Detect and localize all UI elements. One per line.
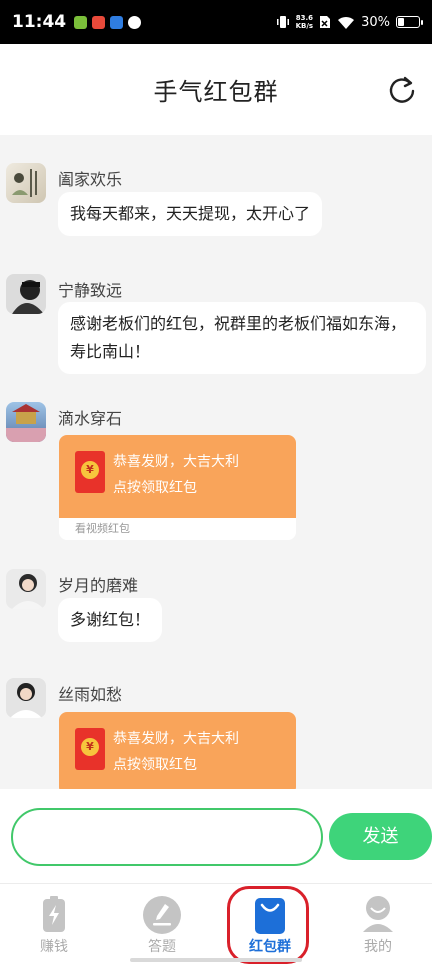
page-title: 手气红包群 xyxy=(153,78,279,106)
status-time: 11:44 xyxy=(12,12,67,32)
avatar-image xyxy=(12,574,44,609)
refresh-icon[interactable] xyxy=(386,74,418,106)
pen-circle-icon xyxy=(143,896,181,934)
red-packet[interactable]: ¥ 恭喜发财，大吉大利 点按领取红包 xyxy=(59,712,296,789)
message-input[interactable] xyxy=(11,808,323,866)
app-header: 手气红包群 xyxy=(0,44,432,135)
message-line: 寿比南山！ xyxy=(70,342,151,361)
tab-label: 我的 xyxy=(364,939,392,955)
sender-name: 宁静致远 xyxy=(58,281,123,300)
avatar[interactable] xyxy=(6,163,46,203)
home-indicator xyxy=(130,958,302,962)
network-speed-value: 83.6 xyxy=(295,14,313,22)
message-bubble[interactable]: 感谢老板们的红包，祝群里的老板们福如东海， 寿比南山！ xyxy=(58,302,426,374)
highlight-annotation xyxy=(227,886,309,964)
message-line: 感谢老板们的红包，祝群里的老板们福如东海， xyxy=(70,314,407,333)
avatar-image xyxy=(12,280,44,314)
tab-earn[interactable]: 赚钱 xyxy=(0,884,108,964)
battery-bolt-icon xyxy=(43,896,65,932)
app-notification-icon xyxy=(128,15,142,29)
person-icon xyxy=(363,896,393,932)
red-packet-icon: ¥ xyxy=(75,728,105,770)
message-bubble[interactable]: 多谢红包！ xyxy=(58,598,163,642)
tab-bar: 赚钱 答题 红包群 我的 xyxy=(0,883,432,964)
red-packet-action: 点按领取红包 xyxy=(113,480,197,496)
battery-icon xyxy=(396,16,423,28)
avatar[interactable] xyxy=(6,402,46,442)
notification-icons xyxy=(74,15,142,29)
tab-label: 答题 xyxy=(148,939,176,955)
app-notification-icon xyxy=(110,15,124,29)
red-packet-greeting: 恭喜发财，大吉大利 xyxy=(113,731,239,747)
sender-name: 岁月的磨难 xyxy=(58,576,139,595)
app-notification-icon xyxy=(74,15,88,29)
wifi-icon xyxy=(338,16,355,29)
red-packet-greeting: 恭喜发财，大吉大利 xyxy=(113,454,239,470)
vibrate-icon xyxy=(276,16,289,28)
sim-icon xyxy=(320,16,331,28)
send-button[interactable]: 发送 xyxy=(329,813,432,860)
sender-name: 阖家欢乐 xyxy=(58,170,123,189)
network-speed-unit: KB/s xyxy=(295,22,314,30)
sender-name: 滴水穿石 xyxy=(58,409,123,428)
red-packet-icon: ¥ xyxy=(75,451,105,493)
avatar[interactable] xyxy=(6,274,46,314)
red-packet[interactable]: ¥ 恭喜发财，大吉大利 点按领取红包 看视频红包 xyxy=(59,435,296,540)
avatar-image xyxy=(6,404,46,442)
avatar-image xyxy=(12,169,37,197)
red-packet-footer: 看视频红包 xyxy=(75,522,130,535)
tab-profile[interactable]: 我的 xyxy=(324,884,432,964)
app-notification-icon xyxy=(92,15,106,29)
red-packet-action: 点按领取红包 xyxy=(113,757,197,773)
chat-list[interactable]: 阖家欢乐 我每天都来，天天提现，太开心了 宁静致远 感谢老板们的红包，祝群里的老… xyxy=(0,135,432,789)
avatar[interactable] xyxy=(6,678,46,718)
avatar[interactable] xyxy=(6,569,46,609)
tab-quiz[interactable]: 答题 xyxy=(108,884,216,964)
coin-symbol: ¥ xyxy=(81,738,99,756)
battery-percent: 30% xyxy=(361,14,390,30)
network-speed: 83.6 KB/s xyxy=(296,14,313,30)
sender-name: 丝雨如愁 xyxy=(58,685,123,704)
avatar-image xyxy=(10,683,42,718)
status-bar: 11:44 83.6 KB/s 30% xyxy=(0,0,432,44)
tab-label: 赚钱 xyxy=(40,939,68,955)
coin-symbol: ¥ xyxy=(81,461,99,479)
message-bubble[interactable]: 我每天都来，天天提现，太开心了 xyxy=(58,192,323,236)
input-bar: 发送 xyxy=(0,789,432,883)
